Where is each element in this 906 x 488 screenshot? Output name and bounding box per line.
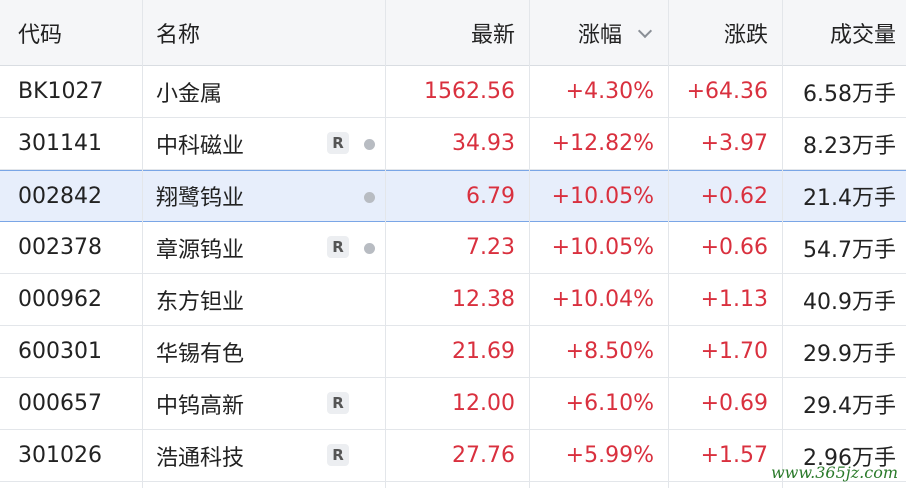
change-amount: +0.69 <box>700 391 768 416</box>
table-body: BK1027 小金属 1562.56 +4.30% +64.36 6.58万手 301141… <box>0 66 906 482</box>
change-amount: +1.13 <box>700 287 768 312</box>
stock-code: 301141 <box>18 131 102 156</box>
stock-code: 000962 <box>18 287 102 312</box>
margin-trading-badge: R <box>327 236 349 258</box>
header-pct[interactable]: 涨幅 <box>529 0 668 65</box>
last-price: 12.00 <box>452 391 515 416</box>
volume: 40.9万手 <box>803 289 896 315</box>
change-amount: +64.36 <box>686 79 768 104</box>
stock-name: 小金属 <box>156 81 223 107</box>
last-price: 12.38 <box>452 287 515 312</box>
stock-code: 002842 <box>18 183 102 209</box>
header-last[interactable]: 最新 <box>385 0 529 65</box>
change-percent: +6.10% <box>565 391 654 416</box>
column-divider[interactable] <box>385 0 386 488</box>
table-row[interactable]: 301141 中科磁业 34.93 +12.82% +3.97 8.23万手 R <box>0 118 906 170</box>
change-percent: +12.82% <box>551 131 654 156</box>
last-price: 27.76 <box>452 443 515 468</box>
stock-name: 翔鹭钨业 <box>156 186 245 211</box>
volume: 21.4万手 <box>803 186 896 211</box>
sort-desc-chevron-icon[interactable] <box>637 23 653 39</box>
margin-trading-badge: R <box>327 132 349 154</box>
stock-code: 000657 <box>18 391 102 416</box>
column-divider[interactable] <box>782 0 783 488</box>
last-price: 34.93 <box>452 131 515 156</box>
last-price: 1562.56 <box>424 79 515 104</box>
change-amount: +0.62 <box>700 183 768 209</box>
header-name[interactable]: 名称 <box>142 0 385 65</box>
table-row[interactable]: 002842 翔鹭钨业 6.79 +10.05% +0.62 21.4万手 <box>0 170 906 222</box>
table-row[interactable]: 600301 华锡有色 21.69 +8.50% +1.70 29.9万手 <box>0 326 906 378</box>
change-percent: +10.05% <box>551 235 654 260</box>
stock-code: 002378 <box>18 235 102 260</box>
stock-code: 600301 <box>18 339 102 364</box>
stock-code: 301026 <box>18 443 102 468</box>
change-percent: +10.04% <box>551 287 654 312</box>
status-dot-icon <box>364 139 375 150</box>
volume: 54.7万手 <box>803 237 896 263</box>
stock-code: BK1027 <box>18 79 104 104</box>
status-dot-icon <box>364 192 375 203</box>
table-row[interactable]: 000657 中钨高新 12.00 +6.10% +0.69 29.4万手 R <box>0 378 906 430</box>
volume: 29.4万手 <box>803 393 896 419</box>
change-amount: +1.70 <box>700 339 768 364</box>
header-chg[interactable]: 涨跌 <box>668 0 782 65</box>
change-amount: +0.66 <box>700 235 768 260</box>
change-percent: +4.30% <box>565 79 654 104</box>
last-price: 6.79 <box>466 183 515 209</box>
column-divider[interactable] <box>529 0 530 488</box>
table-header: 代码 名称 最新 涨幅 涨跌 成交量 <box>0 0 906 66</box>
stock-name: 东方钽业 <box>156 289 245 315</box>
watermark-text: www.365jz.com <box>770 463 898 482</box>
column-divider[interactable] <box>142 0 143 488</box>
stock-name: 华锡有色 <box>156 341 245 367</box>
change-amount: +3.97 <box>700 131 768 156</box>
volume: 29.9万手 <box>803 341 896 367</box>
header-code[interactable]: 代码 <box>0 0 142 65</box>
change-percent: +10.05% <box>551 183 654 209</box>
change-amount: +1.57 <box>700 443 768 468</box>
status-dot-icon <box>364 243 375 254</box>
change-percent: +8.50% <box>565 339 654 364</box>
change-percent: +5.99% <box>565 443 654 468</box>
margin-trading-badge: R <box>327 392 349 414</box>
margin-trading-badge: R <box>327 444 349 466</box>
stock-table: 代码 名称 最新 涨幅 涨跌 成交量 BK1027 小金属 1562.56 +4.30… <box>0 0 906 482</box>
last-price: 21.69 <box>452 339 515 364</box>
header-pct-label: 涨幅 <box>577 22 622 48</box>
column-divider[interactable] <box>668 0 669 488</box>
volume: 8.23万手 <box>803 133 896 159</box>
table-row[interactable]: 000962 东方钽业 12.38 +10.04% +1.13 40.9万手 <box>0 274 906 326</box>
volume: 6.58万手 <box>803 81 896 107</box>
table-row[interactable]: 002378 章源钨业 7.23 +10.05% +0.66 54.7万手 R <box>0 222 906 274</box>
last-price: 7.23 <box>466 235 515 260</box>
header-vol[interactable]: 成交量 <box>782 0 906 65</box>
table-row[interactable]: BK1027 小金属 1562.56 +4.30% +64.36 6.58万手 <box>0 66 906 118</box>
